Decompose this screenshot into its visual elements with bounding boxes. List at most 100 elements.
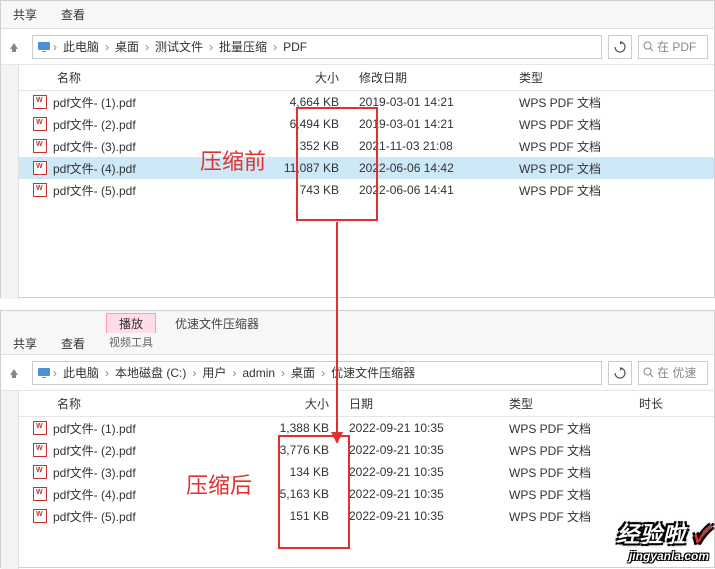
file-name: pdf文件- (1).pdf [53, 420, 249, 437]
col-date[interactable]: 修改日期 [359, 69, 519, 86]
file-size: 4,664 KB [259, 95, 359, 109]
search-placeholder: 在 优速 [657, 364, 696, 381]
table-row[interactable]: pdf文件- (4).pdf5,163 KB2022-09-21 10:35WP… [19, 483, 714, 505]
col-name[interactable]: 名称 [19, 395, 249, 412]
col-duration[interactable]: 时长 [639, 395, 699, 412]
file-type: WPS PDF 文档 [519, 160, 649, 177]
file-date: 2022-09-21 10:35 [349, 443, 509, 457]
ribbon-top: 共享 查看 [1, 1, 714, 29]
nav-up[interactable] [1, 41, 26, 53]
file-size: 3,776 KB [249, 443, 349, 457]
crumb[interactable]: 桌面 [111, 38, 143, 55]
crumb[interactable]: 桌面 [287, 364, 319, 381]
col-date[interactable]: 日期 [349, 395, 509, 412]
table-row[interactable]: pdf文件- (3).pdf352 KB2021-11-03 21:08WPS … [19, 135, 714, 157]
pdf-file-icon [19, 117, 53, 131]
tab-share[interactable]: 共享 [1, 1, 49, 29]
file-name: pdf文件- (3).pdf [53, 464, 249, 481]
crumb[interactable]: 此电脑 [59, 38, 103, 55]
crumb[interactable]: 用户 [198, 364, 230, 381]
file-size: 5,163 KB [249, 487, 349, 501]
file-size: 151 KB [249, 509, 349, 523]
table-row[interactable]: pdf文件- (1).pdf4,664 KB2019-03-01 14:21WP… [19, 91, 714, 113]
table-row[interactable]: pdf文件- (2).pdf3,776 KB2022-09-21 10:35WP… [19, 439, 714, 461]
col-size[interactable]: 大小 [259, 69, 359, 86]
refresh-button[interactable] [608, 35, 632, 59]
pc-icon [37, 366, 51, 380]
search-input-bottom[interactable]: 在 优速 [638, 361, 708, 385]
file-date: 2022-06-06 14:41 [359, 183, 519, 197]
col-name[interactable]: 名称 [19, 69, 259, 86]
file-list-top: 名称 大小 修改日期 类型 pdf文件- (1).pdf4,664 KB2019… [19, 65, 714, 299]
refresh-button[interactable] [608, 361, 632, 385]
explorer-bottom: 共享 查看 播放 视频工具 优速文件压缩器 › 此电脑› 本地磁盘 (C:)› … [0, 310, 715, 568]
table-row[interactable]: pdf文件- (4).pdf11,087 KB2022-06-06 14:42W… [19, 157, 714, 179]
file-type: WPS PDF 文档 [509, 486, 639, 503]
table-row[interactable]: pdf文件- (5).pdf743 KB2022-06-06 14:41WPS … [19, 179, 714, 201]
file-date: 2022-06-06 14:42 [359, 161, 519, 175]
pdf-file-icon [19, 487, 53, 501]
breadcrumb-top[interactable]: › 此电脑› 桌面› 测试文件› 批量压缩› PDF [32, 35, 602, 59]
table-row[interactable]: pdf文件- (2).pdf6,494 KB2019-03-01 14:21WP… [19, 113, 714, 135]
body-bottom: 名称 大小 日期 类型 时长 pdf文件- (1).pdf1,388 KB202… [1, 391, 714, 569]
file-type: WPS PDF 文档 [509, 464, 639, 481]
pdf-file-icon [19, 443, 53, 457]
pdf-file-icon [19, 161, 53, 175]
file-list-bottom: 名称 大小 日期 类型 时长 pdf文件- (1).pdf1,388 KB202… [19, 391, 714, 569]
address-bar-bottom: › 此电脑› 本地磁盘 (C:)› 用户› admin› 桌面› 优速文件压缩器… [1, 355, 714, 391]
file-type: WPS PDF 文档 [519, 94, 649, 111]
crumb[interactable]: 此电脑 [59, 364, 103, 381]
file-date: 2022-09-21 10:35 [349, 465, 509, 479]
col-type[interactable]: 类型 [509, 395, 639, 412]
nav-up[interactable] [1, 367, 26, 379]
tab-play[interactable]: 播放 [106, 313, 156, 333]
column-headers-bottom: 名称 大小 日期 类型 时长 [19, 391, 714, 417]
file-name: pdf文件- (3).pdf [53, 138, 259, 155]
file-name: pdf文件- (1).pdf [53, 94, 259, 111]
col-type[interactable]: 类型 [519, 69, 649, 86]
pdf-file-icon [19, 421, 53, 435]
search-input-top[interactable]: 在 PDF [638, 35, 708, 59]
file-name: pdf文件- (2).pdf [53, 116, 259, 133]
file-name: pdf文件- (5).pdf [53, 182, 259, 199]
file-type: WPS PDF 文档 [519, 138, 649, 155]
sidebar-top [1, 65, 19, 299]
column-headers-top: 名称 大小 修改日期 类型 [19, 65, 714, 91]
file-name: pdf文件- (2).pdf [53, 442, 249, 459]
crumb[interactable]: 本地磁盘 (C:) [111, 364, 190, 381]
crumb[interactable]: 批量压缩 [215, 38, 271, 55]
window-title: 优速文件压缩器 [161, 311, 273, 332]
file-date: 2022-09-21 10:35 [349, 509, 509, 523]
file-size: 6,494 KB [259, 117, 359, 131]
pdf-file-icon [19, 95, 53, 109]
ribbon-bottom: 共享 查看 播放 视频工具 优速文件压缩器 [1, 311, 714, 355]
file-name: pdf文件- (5).pdf [53, 508, 249, 525]
table-row[interactable]: pdf文件- (5).pdf151 KB2022-09-21 10:35WPS … [19, 505, 714, 527]
file-name: pdf文件- (4).pdf [53, 486, 249, 503]
tab-view[interactable]: 查看 [49, 1, 97, 29]
file-size: 134 KB [249, 465, 349, 479]
tab-view[interactable]: 查看 [49, 334, 97, 354]
crumb[interactable]: 优速文件压缩器 [327, 364, 419, 381]
table-row[interactable]: pdf文件- (3).pdf134 KB2022-09-21 10:35WPS … [19, 461, 714, 483]
file-size: 1,388 KB [249, 421, 349, 435]
crumb[interactable]: 测试文件 [151, 38, 207, 55]
breadcrumb-bottom[interactable]: › 此电脑› 本地磁盘 (C:)› 用户› admin› 桌面› 优速文件压缩器 [32, 361, 602, 385]
col-size[interactable]: 大小 [249, 395, 349, 412]
file-date: 2022-09-21 10:35 [349, 421, 509, 435]
crumb[interactable]: admin [238, 366, 279, 380]
file-type: WPS PDF 文档 [519, 182, 649, 199]
file-type: WPS PDF 文档 [509, 420, 639, 437]
address-bar-top: › 此电脑› 桌面› 测试文件› 批量压缩› PDF 在 PDF [1, 29, 714, 65]
file-size: 352 KB [259, 139, 359, 153]
file-date: 2019-03-01 14:21 [359, 95, 519, 109]
tab-share[interactable]: 共享 [1, 334, 49, 354]
file-name: pdf文件- (4).pdf [53, 160, 259, 177]
crumb[interactable]: PDF [279, 40, 311, 54]
video-tools-label: 视频工具 [101, 333, 161, 353]
file-size: 743 KB [259, 183, 359, 197]
pdf-file-icon [19, 465, 53, 479]
file-type: WPS PDF 文档 [509, 442, 639, 459]
pdf-file-icon [19, 183, 53, 197]
table-row[interactable]: pdf文件- (1).pdf1,388 KB2022-09-21 10:35WP… [19, 417, 714, 439]
